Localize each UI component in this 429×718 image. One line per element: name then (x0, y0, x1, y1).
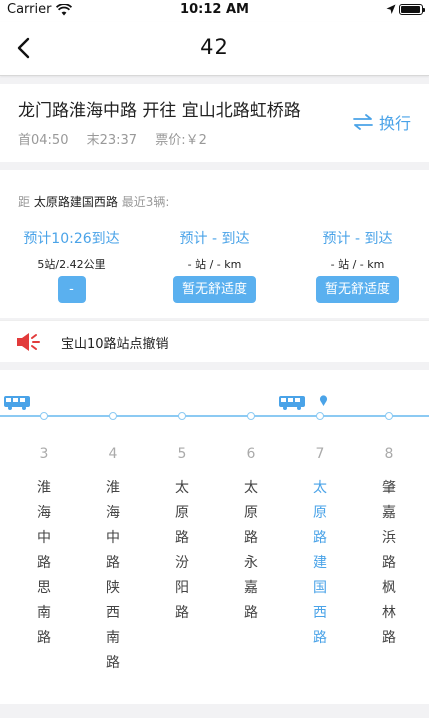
station-name: 淮海中路陕西南路 (106, 480, 120, 671)
arrival-eta: 预计 - 到达 (322, 231, 393, 247)
arrivals-card: 距 太原路建国西路 最近3辆: 预计10:26到达 5站/2.42公里 - 预计… (0, 170, 429, 318)
arrival-distance: - 站 / - km (187, 258, 242, 271)
distance-suffix: 最近3辆: (121, 195, 170, 209)
station-item[interactable]: 3 淮海中路思南路 (24, 446, 64, 651)
clock: 10:12 AM (180, 2, 249, 17)
comfort-button[interactable]: 暂无舒适度 (315, 276, 399, 303)
station-number: 4 (108, 446, 118, 462)
switch-direction-label: 换行 (379, 114, 412, 133)
station-item[interactable]: 4 淮海中路陕西南路 (93, 446, 133, 676)
arrival-distance: - 站 / - km (330, 258, 385, 271)
station-number: 5 (177, 446, 187, 462)
navigation-bar: 42 (0, 22, 429, 76)
station-item-current[interactable]: 7 太原路建国西路 (300, 446, 340, 651)
station-number: 3 (39, 446, 49, 462)
arrival-column: 预计 - 到达 - 站 / - km 暂无舒适度 (143, 228, 286, 303)
station-dot (40, 412, 48, 420)
station-item[interactable]: 8 肇嘉浜路枫林路 (369, 446, 409, 651)
station-name: 太原路建国西路 (313, 480, 327, 646)
station-dot (247, 412, 255, 420)
first-bus-time: 首04:50 (18, 133, 69, 148)
arrival-eta: 预计10:26到达 (23, 231, 120, 247)
station-item[interactable]: 6 太原路永嘉路 (231, 446, 271, 626)
arrival-eta: 预计 - 到达 (179, 231, 250, 247)
station-strip[interactable]: 3 淮海中路思南路 4 淮海中路陕西南路 5 太原路汾阳路 6 太原路永嘉路 7… (0, 370, 429, 704)
current-stop-pin-icon (319, 395, 328, 406)
arrival-column: 预计10:26到达 5站/2.42公里 - (0, 228, 143, 303)
last-bus-time: 末23:37 (86, 133, 138, 148)
station-dot (316, 412, 324, 420)
selected-stop-name: 太原路建国西路 (33, 195, 118, 209)
status-bar: Carrier 10:12 AM (0, 0, 429, 22)
bus-icon (4, 396, 30, 410)
arrival-distance: 5站/2.42公里 (37, 258, 106, 271)
switch-direction-button[interactable]: 换行 (353, 111, 411, 133)
station-number: 8 (384, 446, 394, 462)
comfort-button[interactable]: 暂无舒适度 (172, 276, 256, 303)
station-dot (178, 412, 186, 420)
location-arrow-icon (386, 4, 396, 14)
route-meta: 首04:50 末23:37 票价:￥2 (18, 129, 221, 148)
page-title: 42 (200, 35, 229, 59)
distance-prefix: 距 (18, 195, 31, 209)
station-number: 6 (246, 446, 256, 462)
speaker-icon (17, 333, 40, 351)
station-item[interactable]: 5 太原路汾阳路 (162, 446, 202, 626)
station-dot (385, 412, 393, 420)
distance-caption: 距 太原路建国西路 最近3辆: (18, 193, 169, 210)
notice-text: 宝山10路站点撤销 (61, 337, 169, 352)
notice-banner[interactable]: 宝山10路站点撤销 (0, 320, 429, 362)
route-header: 龙门路淮海中路 开往 宜山北路虹桥路 首04:50 末23:37 票价:￥2 换… (0, 84, 429, 162)
arrival-column: 预计 - 到达 - 站 / - km 暂无舒适度 (286, 228, 429, 303)
station-name: 淮海中路思南路 (37, 480, 51, 646)
route-direction: 龙门路淮海中路 开往 宜山北路虹桥路 (18, 101, 301, 121)
station-number: 7 (315, 446, 325, 462)
comfort-button[interactable]: - (57, 276, 86, 303)
fare: 票价:￥2 (155, 133, 207, 148)
swap-arrows-icon (353, 114, 373, 130)
bus-icon (279, 396, 305, 410)
station-dot (109, 412, 117, 420)
station-name: 肇嘉浜路枫林路 (382, 480, 396, 646)
station-name: 太原路汾阳路 (175, 480, 189, 621)
route-line (0, 415, 429, 417)
battery-icon (399, 4, 425, 15)
station-name: 太原路永嘉路 (244, 480, 258, 621)
